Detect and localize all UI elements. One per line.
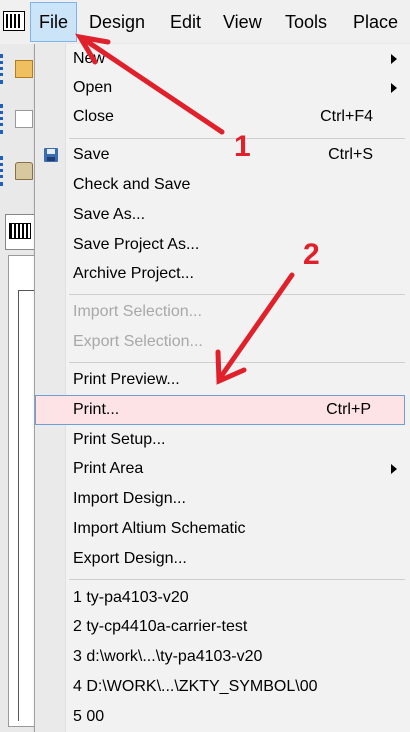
menu-item-label: New bbox=[73, 50, 106, 67]
toolbar-button[interactable] bbox=[0, 54, 35, 84]
menu-item-label: Export Selection... bbox=[73, 333, 203, 350]
menu-item-label: Close bbox=[73, 108, 114, 125]
menu-place[interactable]: Place bbox=[345, 0, 406, 44]
menu-item-label: Save bbox=[73, 146, 110, 163]
menu-item-archive-project[interactable]: Archive Project... bbox=[35, 259, 407, 289]
menu-view[interactable]: View bbox=[215, 0, 270, 44]
page-icon bbox=[15, 110, 33, 128]
menu-item-label: Export Design... bbox=[73, 550, 187, 567]
menu-separator bbox=[69, 579, 405, 580]
menu-item-open[interactable]: Open bbox=[35, 73, 407, 103]
app-logo-icon[interactable] bbox=[3, 11, 25, 31]
submenu-arrow-icon bbox=[391, 83, 397, 93]
menu-item-new[interactable]: New bbox=[35, 44, 407, 74]
menu-item-label: 3 d:\work\...\ty-pa4103-v20 bbox=[73, 648, 263, 665]
menu-item-label: Print... bbox=[73, 401, 120, 418]
menu-separator bbox=[69, 294, 405, 295]
menu-item-print-area[interactable]: Print Area bbox=[35, 454, 407, 484]
toolbar-button[interactable] bbox=[0, 104, 35, 134]
menu-file[interactable]: File bbox=[30, 2, 78, 42]
menu-item-export-selection[interactable]: Export Selection... bbox=[35, 327, 407, 357]
menu-item-export-design[interactable]: Export Design... bbox=[35, 544, 407, 574]
submenu-arrow-icon bbox=[391, 54, 397, 64]
menu-item-label: Check and Save bbox=[73, 176, 191, 193]
menu-item-shortcut: Ctrl+F4 bbox=[320, 108, 373, 125]
menu-item-label: 2 ty-cp4410a-carrier-test bbox=[73, 618, 248, 635]
menu-item-label: Save Project As... bbox=[73, 236, 200, 253]
menu-edit[interactable]: Edit bbox=[162, 0, 209, 44]
menu-item-label: 4 D:\WORK\...\ZKTY_SYMBOL\00 bbox=[73, 678, 318, 695]
menu-tools[interactable]: Tools bbox=[277, 0, 335, 44]
menu-item-save-as[interactable]: Save As... bbox=[35, 200, 407, 230]
annotation-step-number: 2 bbox=[303, 238, 320, 271]
menu-item-label: Save As... bbox=[73, 206, 146, 223]
recent-file-item[interactable]: 3 d:\work\...\ty-pa4103-v20 bbox=[35, 642, 407, 672]
menu-item-label: Import Altium Schematic bbox=[73, 520, 246, 537]
menu-item-save-project-as[interactable]: Save Project As... bbox=[35, 230, 407, 260]
folder-icon bbox=[15, 60, 33, 78]
menu-item-label: Print Preview... bbox=[73, 371, 180, 388]
menu-item-shortcut: Ctrl+P bbox=[326, 401, 371, 418]
annotation-step-number: 1 bbox=[234, 130, 251, 163]
menu-item-label: Open bbox=[73, 79, 113, 96]
menu-item-label: Import Design... bbox=[73, 490, 186, 507]
recent-file-item[interactable]: 1 ty-pa4103-v20 bbox=[35, 583, 407, 613]
recent-file-item[interactable]: 5 00 bbox=[35, 702, 407, 732]
menu-item-label: Archive Project... bbox=[73, 265, 194, 282]
menu-item-label: Import Selection... bbox=[73, 303, 202, 320]
toolbar-button[interactable] bbox=[0, 156, 35, 186]
menu-item-print-preview[interactable]: Print Preview... bbox=[35, 365, 407, 395]
menu-item-import-design[interactable]: Import Design... bbox=[35, 484, 407, 514]
menu-item-label: Print Area bbox=[73, 460, 144, 477]
menu-item-close[interactable]: Close Ctrl+F4 bbox=[35, 102, 407, 132]
menu-item-print[interactable]: Print... Ctrl+P bbox=[35, 395, 405, 425]
menu-item-import-selection[interactable]: Import Selection... bbox=[35, 297, 407, 327]
recent-file-item[interactable]: 4 D:\WORK\...\ZKTY_SYMBOL\00 bbox=[35, 672, 407, 702]
menu-item-shortcut: Ctrl+S bbox=[328, 146, 373, 163]
schematic-canvas-border bbox=[18, 290, 35, 721]
recent-file-item[interactable]: 2 ty-cp4410a-carrier-test bbox=[35, 612, 407, 642]
menu-item-label: Print Setup... bbox=[73, 431, 166, 448]
menu-item-label: 5 00 bbox=[73, 708, 105, 725]
submenu-arrow-icon bbox=[391, 464, 397, 474]
document-tab-icon[interactable] bbox=[5, 214, 35, 250]
menu-item-import-altium-schematic[interactable]: Import Altium Schematic bbox=[35, 514, 407, 544]
menu-separator bbox=[69, 362, 405, 363]
menu-design[interactable]: Design bbox=[81, 0, 153, 44]
save-icon bbox=[44, 148, 58, 162]
menu-item-label: 1 ty-pa4103-v20 bbox=[73, 589, 189, 606]
file-menu-dropdown: New Open Close Ctrl+F4 Save Ctrl+S Check… bbox=[34, 44, 410, 732]
menu-item-check-and-save[interactable]: Check and Save bbox=[35, 170, 407, 200]
lock-icon bbox=[15, 162, 33, 180]
menu-item-save[interactable]: Save Ctrl+S bbox=[35, 140, 407, 170]
menu-item-print-setup[interactable]: Print Setup... bbox=[35, 425, 407, 455]
menu-bar: File Design Edit View Tools Place bbox=[0, 0, 410, 45]
